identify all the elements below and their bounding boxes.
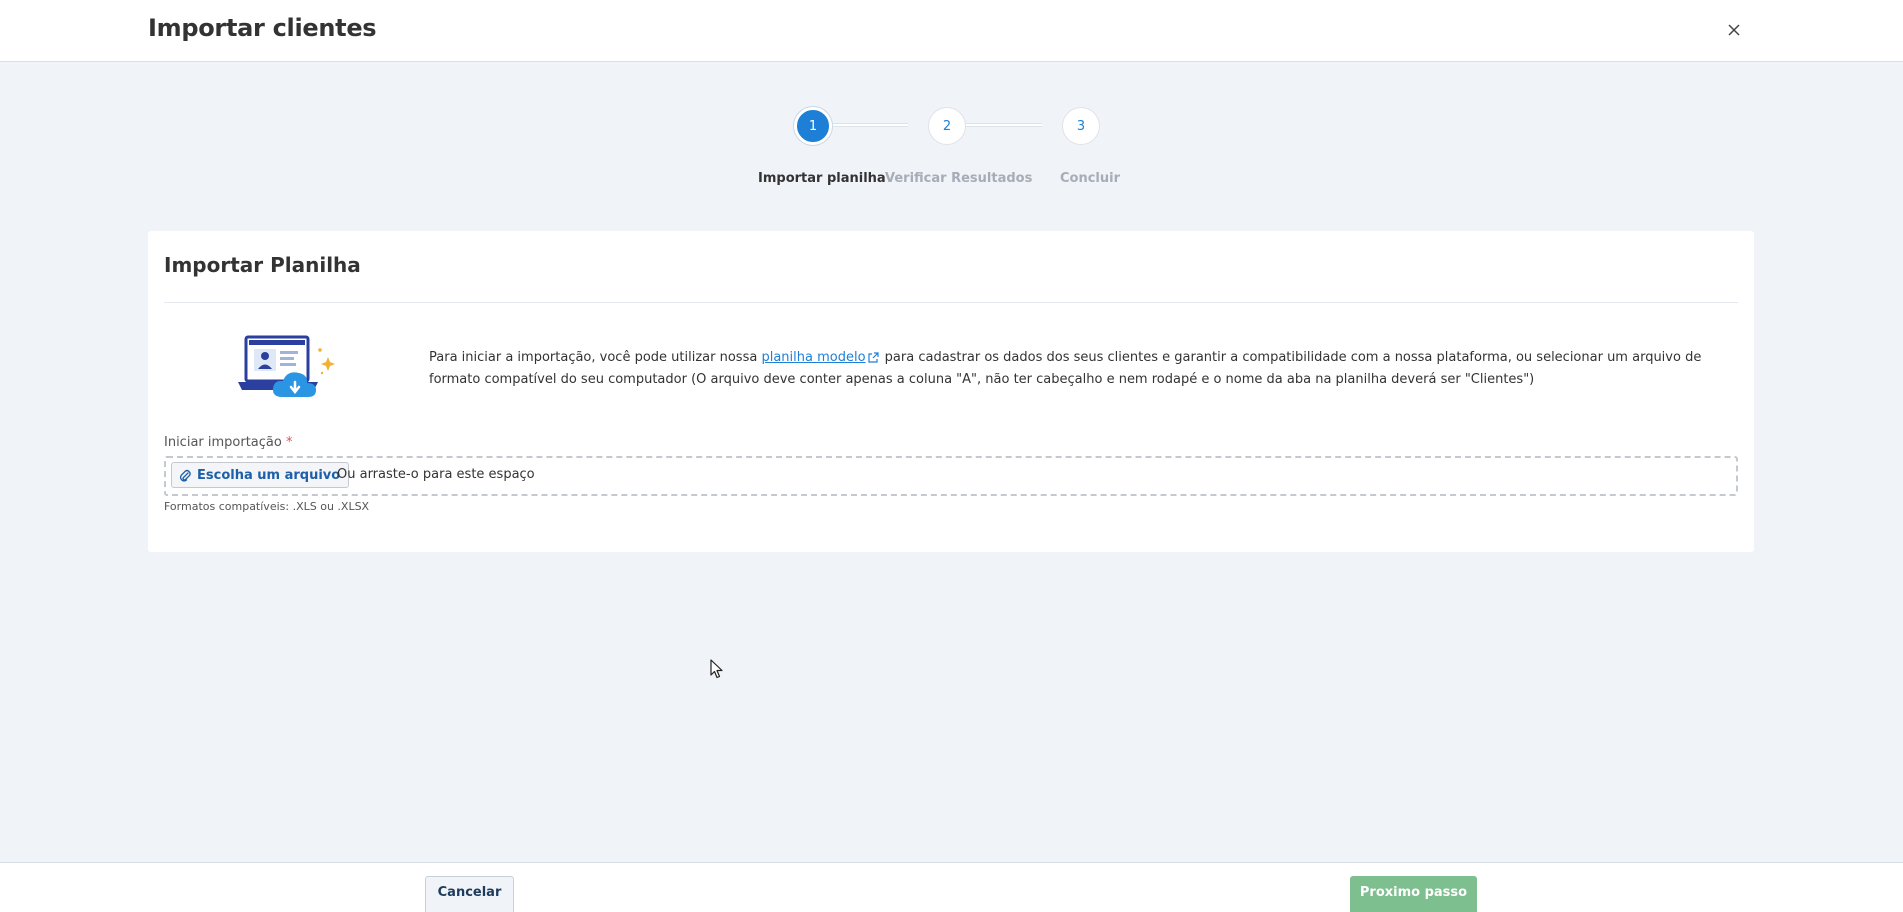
template-spreadsheet-link[interactable]: planilha modelo <box>761 350 865 365</box>
page-title: Importar clientes <box>148 14 377 42</box>
required-mark: * <box>286 435 293 450</box>
stepper: 1 2 3 Importar planilha Verificar Result… <box>740 107 1140 197</box>
instructions-text-before: Para iniciar a importação, você pode uti… <box>429 350 762 365</box>
file-dropzone[interactable]: Escolha um arquivo Ou arraste-o para est… <box>164 456 1738 496</box>
close-icon <box>1728 24 1740 36</box>
choose-file-button[interactable]: Escolha um arquivo <box>171 462 350 488</box>
modal-footer: Cancelar Proximo passo <box>0 862 1903 912</box>
cancel-button[interactable]: Cancelar <box>425 876 514 912</box>
import-instructions: Para iniciar a importação, você pode uti… <box>429 347 1729 391</box>
step-3-indicator: 3 <box>1062 107 1100 145</box>
next-step-button[interactable]: Proximo passo <box>1350 876 1477 912</box>
step-number: 3 <box>1076 118 1086 134</box>
step-number: 2 <box>942 118 952 134</box>
step-2-label: Verificar Resultados <box>885 171 1033 186</box>
step-1-indicator: 1 <box>794 107 832 145</box>
step-number: 1 <box>808 118 818 134</box>
step-2-indicator: 2 <box>928 107 966 145</box>
choose-file-label: Escolha um arquivo <box>197 467 341 483</box>
external-link-icon <box>867 352 879 363</box>
drop-hint: Ou arraste-o para este espaço <box>337 467 535 482</box>
paperclip-icon <box>180 469 191 482</box>
close-button[interactable] <box>1722 18 1746 42</box>
card-title: Importar Planilha <box>164 253 361 277</box>
modal-header: Importar clientes <box>0 0 1903 62</box>
upload-label-text: Iniciar importação <box>164 435 282 450</box>
mouse-cursor-icon <box>710 659 723 679</box>
divider <box>164 302 1738 303</box>
step-1-label: Importar planilha <box>758 171 886 186</box>
step-3-label: Concluir <box>1060 171 1121 186</box>
import-card: Importar Planilha Para iniciar a importa… <box>148 231 1754 552</box>
supported-formats: Formatos compatíveis: .XLS ou .XLSX <box>164 500 370 513</box>
upload-field-label: Iniciar importação * <box>164 435 293 450</box>
laptop-cloud-illustration <box>238 335 335 397</box>
